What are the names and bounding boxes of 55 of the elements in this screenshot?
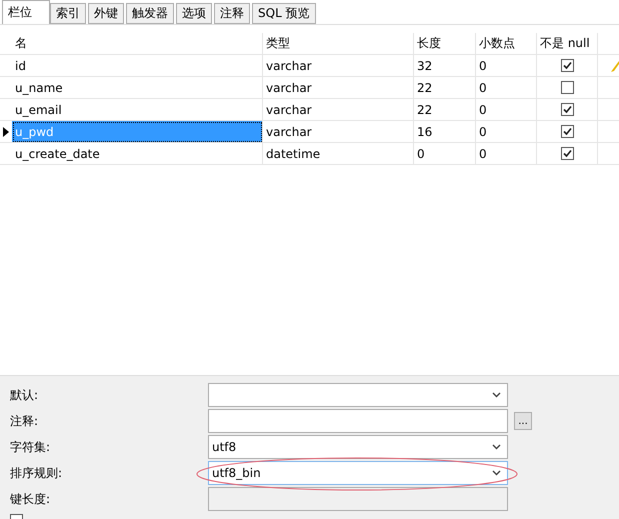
chevron-down-icon (492, 470, 501, 476)
table-cell[interactable]: 22 (414, 99, 476, 121)
table-cell[interactable]: id (12, 55, 263, 77)
checkbox[interactable] (560, 81, 574, 94)
checkbox[interactable] (560, 59, 574, 72)
column-header[interactable]: 名 (12, 33, 263, 55)
table-cell[interactable]: 32 (414, 55, 476, 77)
table-cell[interactable]: 0 (476, 143, 537, 165)
table-cell[interactable]: 0 (476, 77, 537, 99)
table-cell[interactable]: 0 (476, 99, 537, 121)
text-field[interactable] (208, 409, 508, 433)
tab[interactable]: 触发器 (126, 3, 174, 24)
table-cell[interactable]: 22 (414, 77, 476, 99)
table-cell[interactable]: u_name (12, 77, 263, 99)
field-label: 键长度: (10, 490, 52, 508)
table-cell[interactable]: varchar (263, 55, 414, 77)
table-cell[interactable]: varchar (263, 99, 414, 121)
checkbox[interactable] (560, 147, 574, 160)
dropdown-field[interactable]: utf8 (208, 435, 508, 459)
table-cell[interactable]: 0 (476, 55, 537, 77)
checkbox[interactable] (560, 125, 574, 138)
table-cell[interactable]: varchar (263, 121, 414, 143)
table-cell[interactable]: varchar (263, 77, 414, 99)
checkmark-icon (562, 105, 572, 114)
chevron-down-icon (492, 444, 501, 450)
checkbox[interactable] (560, 103, 574, 116)
column-header[interactable]: 小数点 (476, 33, 537, 55)
column-header[interactable]: 不是 null (537, 33, 598, 55)
tab[interactable]: SQL 预览 (252, 3, 316, 24)
table-cell[interactable]: 16 (414, 121, 476, 143)
field-label: 默认: (10, 386, 40, 404)
checkmark-icon (562, 127, 572, 136)
table-cell[interactable]: 0 (476, 121, 537, 143)
field-label: 排序规则: (10, 464, 64, 482)
tab[interactable]: 选项 (176, 3, 212, 24)
key-icon (611, 58, 619, 72)
browse-button[interactable]: ... (514, 412, 532, 430)
row-pointer-icon (3, 126, 9, 136)
column-header[interactable]: 类型 (263, 33, 414, 55)
table-cell[interactable]: datetime (263, 143, 414, 165)
table-cell[interactable]: 0 (414, 143, 476, 165)
dropdown-field[interactable]: utf8_bin (208, 461, 508, 485)
column-header[interactable]: 长度 (414, 33, 476, 55)
chevron-down-icon (492, 392, 501, 398)
table-cell[interactable]: u_create_date (12, 143, 263, 165)
dropdown-field[interactable] (208, 383, 508, 407)
tab[interactable]: 栏位 (2, 0, 50, 24)
checkmark-icon (562, 61, 572, 70)
tab[interactable]: 索引 (50, 3, 86, 24)
field-label: 字符集: (10, 438, 52, 456)
tab[interactable]: 注释 (214, 3, 250, 24)
tab[interactable]: 外键 (88, 3, 124, 24)
readonly-field[interactable] (208, 487, 508, 511)
checkmark-icon (562, 149, 572, 158)
field-label: 注释: (10, 412, 40, 430)
